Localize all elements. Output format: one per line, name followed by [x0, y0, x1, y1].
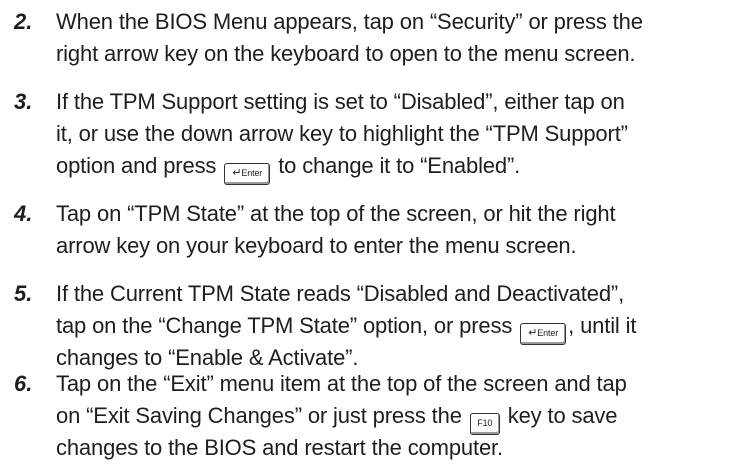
step-line: When the BIOS Menu appears, tap on “Secu…: [56, 9, 643, 34]
step-number: 5.: [14, 281, 33, 306]
enter-key-label: Enter: [537, 328, 559, 338]
step-line: Tap on the “Exit” menu item at the top o…: [56, 371, 627, 396]
enter-key-label: Enter: [241, 168, 263, 178]
step-line-part: on “Exit Saving Changes” or just press t…: [56, 403, 468, 428]
step-line: changes to the BIOS and restart the comp…: [56, 435, 503, 460]
step-text: Tap on the “Exit” menu item at the top o…: [56, 368, 728, 464]
step-line-part: , until it: [568, 313, 637, 338]
step-text: If the Current TPM State reads “Disabled…: [56, 278, 728, 374]
step-line-part: tap on the “Change TPM State” option, or…: [56, 313, 519, 338]
step-number: 3.: [14, 89, 33, 114]
step-4: 4. Tap on “TPM State” at the top of the …: [0, 198, 730, 262]
step-line: Tap on “TPM State” at the top of the scr…: [56, 201, 616, 226]
step-line: arrow key on your keyboard to enter the …: [56, 233, 577, 258]
step-line: tap on the “Change TPM State” option, or…: [56, 310, 728, 345]
step-line: If the Current TPM State reads “Disabled…: [56, 281, 625, 306]
step-number: 6.: [14, 371, 33, 396]
step-3: 3. If the TPM Support setting is set to …: [0, 86, 730, 185]
step-line-part: option and press: [56, 153, 223, 178]
step-line: option and press ↵Enter to change it to …: [56, 150, 728, 185]
step-line: If the TPM Support setting is set to “Di…: [56, 89, 625, 114]
step-line: right arrow key on the keyboard to open …: [56, 41, 636, 66]
enter-arrow-icon: ↵: [528, 327, 538, 339]
enter-key-icon: ↵Enter: [520, 323, 567, 345]
step-text: When the BIOS Menu appears, tap on “Secu…: [56, 6, 728, 70]
step-number: 2.: [14, 9, 33, 34]
step-6: 6. Tap on the “Exit” menu item at the to…: [0, 368, 730, 464]
step-number: 4.: [14, 201, 33, 226]
step-text: Tap on “TPM State” at the top of the scr…: [56, 198, 728, 262]
step-line: it, or use the down arrow key to highlig…: [56, 121, 628, 146]
step-line-part: key to save: [501, 403, 618, 428]
step-line-part: to change it to “Enabled”.: [272, 153, 521, 178]
enter-key-icon: ↵Enter: [224, 163, 271, 185]
step-5: 5. If the Current TPM State reads “Disab…: [0, 278, 730, 374]
f10-key-label: F10: [477, 418, 493, 428]
step-text: If the TPM Support setting is set to “Di…: [56, 86, 728, 185]
step-line: on “Exit Saving Changes” or just press t…: [56, 400, 728, 435]
step-2: 2. When the BIOS Menu appears, tap on “S…: [0, 6, 730, 70]
